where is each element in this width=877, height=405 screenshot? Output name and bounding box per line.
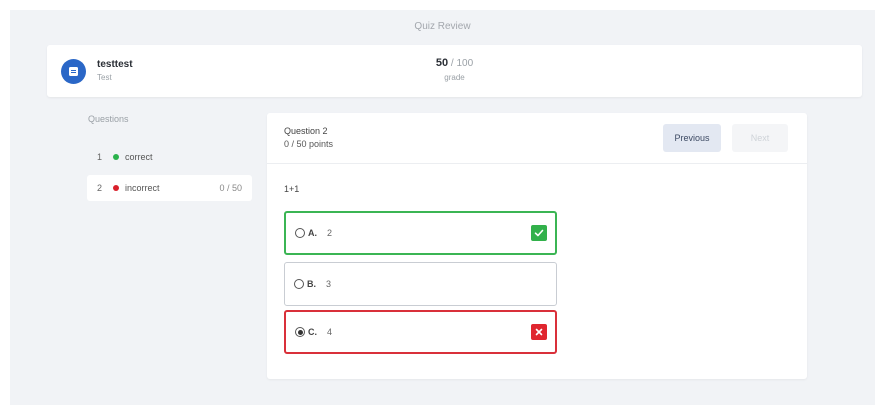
radio-button[interactable] (294, 279, 304, 289)
question-score: 0 / 50 (219, 183, 242, 193)
option-text: 2 (327, 228, 333, 238)
next-button[interactable]: Next (732, 124, 788, 152)
question-item-1[interactable]: 1 correct (87, 144, 252, 170)
question-number: 2 (97, 183, 103, 193)
score-value: 50 (435, 57, 449, 69)
status-dot-icon (113, 154, 119, 160)
radio-button[interactable] (295, 228, 305, 238)
header-card: testtest Test 50 / 100 grade (47, 45, 862, 97)
question-points: 0 / 50 points (284, 139, 334, 149)
score-total: / 100 (450, 58, 474, 69)
previous-button[interactable]: Previous (663, 124, 721, 152)
page-title: Quiz Review (414, 21, 471, 32)
status-dot-icon (113, 185, 119, 191)
question-text: 1+1 (284, 184, 300, 194)
check-icon (531, 225, 547, 241)
question-status: correct (125, 152, 153, 162)
question-status: incorrect (125, 183, 160, 193)
option-letter: C. (308, 327, 317, 337)
x-icon (531, 324, 547, 340)
option-a[interactable]: A. 2 (284, 211, 557, 255)
question-item-2[interactable]: 2 incorrect 0 / 50 (87, 175, 252, 201)
sidebar-title: Questions (88, 114, 129, 124)
option-text: 4 (327, 327, 333, 337)
option-letter: A. (308, 228, 317, 238)
score-label: grade (444, 73, 465, 82)
question-number: 1 (97, 152, 103, 162)
question-header: Question 2 0 / 50 points Previous Next (267, 113, 807, 164)
option-letter: B. (307, 279, 316, 289)
page: Quiz Review testtest Test 50 / 100 grade… (10, 10, 875, 405)
question-panel: Question 2 0 / 50 points Previous Next 1… (267, 113, 807, 379)
score-summary: 50 / 100 grade (47, 57, 862, 82)
question-title: Question 2 (284, 126, 328, 136)
option-b[interactable]: B. 3 (284, 262, 557, 306)
radio-button-selected[interactable] (295, 327, 305, 337)
radio-fill (297, 329, 303, 335)
option-c[interactable]: C. 4 (284, 310, 557, 354)
option-text: 3 (326, 279, 332, 289)
